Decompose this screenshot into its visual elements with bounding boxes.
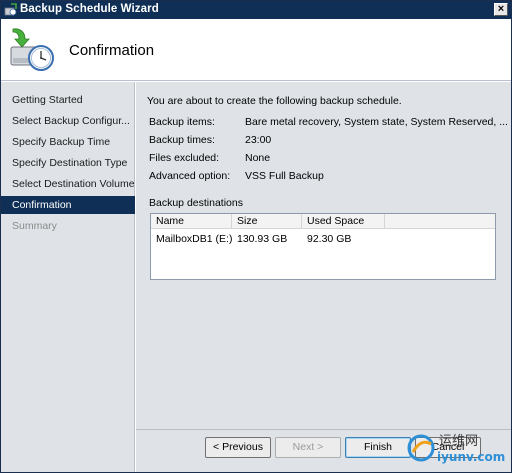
next-button: Next > <box>275 437 341 458</box>
column-header-size[interactable]: Size <box>232 214 302 229</box>
backup-items-label: Backup items: <box>149 116 215 128</box>
sidebar-item-select-destination-volume[interactable]: Select Destination Volume <box>1 175 135 193</box>
backup-times-value: 23:00 <box>245 134 272 146</box>
cell-name: MailboxDB1 (E:) <box>156 233 233 245</box>
sidebar-item-select-backup-configuration[interactable]: Select Backup Configur... <box>1 112 135 130</box>
previous-button[interactable]: < Previous <box>205 437 271 458</box>
page-title: Confirmation <box>69 42 155 59</box>
sidebar-item-specify-backup-time[interactable]: Specify Backup Time <box>1 133 135 151</box>
site-watermark-logo: 运维网 iyunv.com <box>407 434 505 464</box>
table-row[interactable]: MailboxDB1 (E:) 130.93 GB 92.30 GB <box>151 233 495 247</box>
advanced-option-label: Advanced option: <box>149 170 231 182</box>
backup-schedule-clock-icon <box>10 28 54 71</box>
wizard-steps-sidebar: Getting Started Select Backup Configur..… <box>1 82 135 472</box>
finish-button[interactable]: Finish <box>345 437 411 458</box>
sidebar-item-getting-started[interactable]: Getting Started <box>1 91 135 109</box>
wizard-window: Backup Schedule Wizard × Confirmation Ge… <box>0 0 512 473</box>
wizard-header: Confirmation <box>1 19 511 81</box>
sidebar-item-summary: Summary <box>12 220 57 232</box>
column-header-used-space[interactable]: Used Space <box>302 214 385 229</box>
files-excluded-value: None <box>245 152 271 164</box>
watermark-domain-text: iyunv.com <box>437 450 505 464</box>
backup-destinations-list[interactable]: Name Size Used Space MailboxDB1 (E:) 130… <box>150 213 496 280</box>
sidebar-item-specify-destination-type[interactable]: Specify Destination Type <box>1 154 135 172</box>
column-header-name[interactable]: Name <box>151 214 232 229</box>
title-bar[interactable]: Backup Schedule Wizard × <box>1 1 511 19</box>
list-header: Name Size Used Space <box>151 214 495 229</box>
cell-used-space: 92.30 GB <box>307 233 352 245</box>
advanced-option-value: VSS Full Backup <box>245 170 324 182</box>
window-title: Backup Schedule Wizard <box>20 3 159 15</box>
watermark-cn-text: 运维网 <box>439 434 478 449</box>
close-button[interactable]: × <box>494 3 508 16</box>
files-excluded-label: Files excluded: <box>149 152 220 164</box>
backup-items-value: Bare metal recovery, System state, Syste… <box>245 116 508 128</box>
backup-app-icon <box>4 3 17 16</box>
sidebar-item-confirmation[interactable]: Confirmation <box>1 196 135 214</box>
backup-destinations-label: Backup destinations <box>149 197 243 209</box>
close-icon: × <box>497 3 505 15</box>
intro-text: You are about to create the following ba… <box>147 95 402 107</box>
backup-times-label: Backup times: <box>149 134 215 146</box>
confirmation-panel: You are about to create the following ba… <box>136 82 511 429</box>
cell-size: 130.93 GB <box>237 233 288 245</box>
